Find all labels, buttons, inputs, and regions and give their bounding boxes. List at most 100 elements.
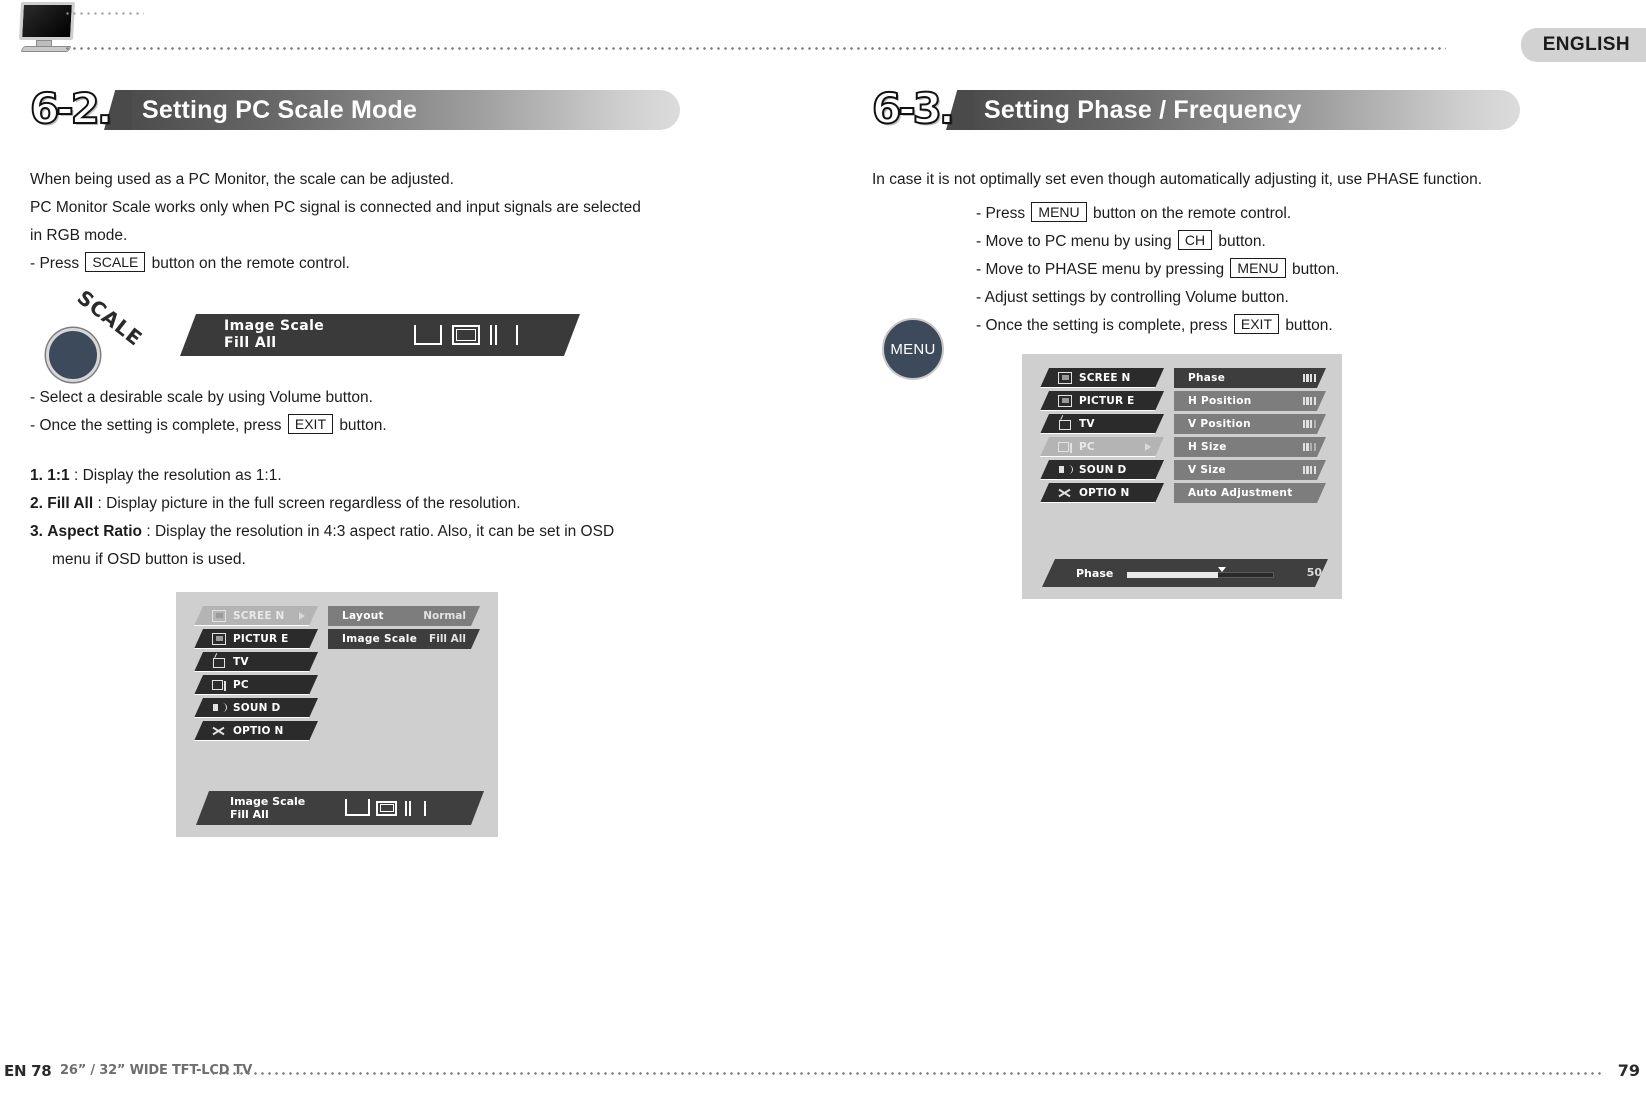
menu-item-tv[interactable]: TV: [194, 652, 318, 672]
right-section-number: 6-3.: [871, 83, 956, 134]
right-osd-status-bar: Phase 50: [1042, 559, 1328, 587]
phase-slider[interactable]: 50: [1127, 569, 1328, 578]
menu-item-screen[interactable]: SCREE N: [194, 606, 318, 626]
left-after-text: - Select a desirable scale by using Volu…: [30, 384, 680, 440]
footer-page-left: EN 78: [4, 1062, 52, 1080]
menu-item-tv-right-label: TV: [1079, 417, 1095, 430]
list-item-2-sep: :: [97, 495, 102, 512]
right-step-3-post: button.: [1291, 261, 1340, 278]
left-section-header: 6-2. Setting PC Scale Mode: [29, 83, 680, 144]
scale-fill-all-icon: [452, 325, 480, 345]
menu-key-2[interactable]: MENU: [1230, 258, 1286, 278]
right-intro-line: In case it is not optimally set even tho…: [872, 171, 1482, 188]
right-section-bar: Setting Phase / Frequency: [960, 90, 1520, 130]
status-scale-aspect-ratio-icon: [405, 801, 426, 816]
menu-item-screen-label: SCREE N: [233, 609, 285, 622]
menu-item-sound[interactable]: SOUN D: [194, 698, 318, 718]
header-dot-line-long: [64, 47, 1446, 50]
right-step-3: - Move to PHASE menu by pressing MENU bu…: [976, 256, 1520, 284]
sub-item-phase[interactable]: Phase: [1174, 368, 1326, 388]
menu-item-sound-label: SOUN D: [233, 701, 281, 714]
left-intro-line-2: PC Monitor Scale works only when PC sign…: [30, 199, 641, 216]
page-footer: EN 78 26” / 32” WIDE TFT-LCD TV 79: [0, 1058, 1646, 1088]
footer-page-right: 79: [1617, 1061, 1640, 1080]
picture-icon: [1058, 395, 1072, 407]
left-exit-post: button.: [339, 417, 387, 434]
sub-item-v-position[interactable]: V Position: [1174, 414, 1326, 434]
left-osd-status-icons: [347, 801, 426, 816]
sub-item-auto-adjustment-label: Auto Adjustment: [1188, 487, 1293, 499]
left-osd-wrapper: SCREE N PICTUR E TV PC SOUN D OPTIO N La…: [30, 592, 680, 852]
scale-knob-button[interactable]: [46, 328, 100, 382]
manual-page: ENGLISH 6-2. Setting PC Scale Mode When …: [0, 0, 1646, 1096]
menu-item-screen-right[interactable]: SCREE N: [1040, 368, 1164, 388]
left-intro-line-3: in RGB mode.: [30, 227, 128, 244]
h-position-level-indicator: [1303, 397, 1316, 405]
sub-item-layout-value: Normal: [423, 610, 466, 622]
list-item-2: 2. Fill All : Display picture in the ful…: [30, 490, 680, 518]
scale-illustration: SCALE Image Scale Fill All: [30, 285, 680, 382]
left-osd-menu-column: SCREE N PICTUR E TV PC SOUN D OPTIO N: [194, 606, 318, 744]
list-item-3-sep: :: [146, 523, 151, 540]
right-step-3-pre: - Move to PHASE menu by pressing: [976, 261, 1225, 278]
sub-item-v-position-label: V Position: [1188, 418, 1251, 430]
menu-key-1[interactable]: MENU: [1031, 202, 1087, 222]
sub-item-image-scale-value: Fill All: [429, 633, 466, 645]
menu-item-option-right[interactable]: OPTIO N: [1040, 483, 1164, 503]
left-osd-status-bar: Image Scale Fill All: [196, 791, 484, 825]
menu-item-picture[interactable]: PICTUR E: [194, 629, 318, 649]
right-section-title: Setting Phase / Frequency: [984, 95, 1302, 124]
sub-item-h-position[interactable]: H Position: [1174, 391, 1326, 411]
list-item-3-num: 3.: [30, 523, 43, 540]
scale-knob-group: SCALE: [38, 285, 158, 382]
exit-key-right[interactable]: EXIT: [1233, 314, 1279, 334]
menu-item-pc-right[interactable]: PC: [1040, 437, 1164, 457]
right-osd-panel: SCREE N PICTUR E TV PC SOUN D OPTIO N Ph…: [1022, 354, 1342, 599]
left-osd-status-value: Fill All: [230, 808, 269, 821]
menu-item-option-label: OPTIO N: [233, 724, 284, 737]
menu-item-picture-right[interactable]: PICTUR E: [1040, 391, 1164, 411]
list-item-2-label: Fill All: [47, 495, 94, 512]
right-step-2-post: button.: [1218, 233, 1266, 250]
menu-item-sound-right[interactable]: SOUN D: [1040, 460, 1164, 480]
right-step-2-pre: - Move to PC menu by using: [976, 233, 1172, 250]
sub-item-v-size[interactable]: V Size: [1174, 460, 1326, 480]
left-exit-line: - Once the setting is complete, press EX…: [30, 412, 680, 440]
scale-key[interactable]: SCALE: [85, 252, 146, 272]
menu-item-pc-label: PC: [233, 678, 249, 691]
right-step-4: - Adjust settings by controlling Volume …: [976, 289, 1289, 306]
menu-item-pc[interactable]: PC: [194, 675, 318, 695]
sub-item-h-position-label: H Position: [1188, 395, 1252, 407]
sub-item-auto-adjustment[interactable]: Auto Adjustment: [1174, 483, 1326, 503]
menu-item-tv-right[interactable]: TV: [1040, 414, 1164, 434]
phase-slider-handle[interactable]: [1218, 567, 1226, 572]
right-step-1: - Press MENU button on the remote contro…: [976, 200, 1520, 228]
sub-item-layout-label: Layout: [342, 610, 384, 622]
menu-item-pc-right-label: PC: [1079, 440, 1095, 453]
exit-key[interactable]: EXIT: [287, 414, 333, 434]
left-exit-pre: - Once the setting is complete, press: [30, 417, 282, 434]
left-select-scale-line: - Select a desirable scale by using Volu…: [30, 389, 373, 406]
phase-level-indicator: [1303, 374, 1316, 382]
scale-mode-list: 1. 1:1 : Display the resolution as 1:1. …: [30, 462, 680, 574]
list-item-1-label: 1:1: [47, 467, 70, 484]
sub-item-h-size-label: H Size: [1188, 441, 1227, 453]
status-scale-fill-all-icon: [376, 801, 397, 816]
menu-item-tv-label: TV: [233, 655, 249, 668]
list-item-3: 3. Aspect Ratio : Display the resolution…: [30, 518, 680, 546]
sub-item-layout[interactable]: Layout Normal: [328, 606, 480, 626]
left-intro-text: When being used as a PC Monitor, the sca…: [30, 166, 680, 278]
ch-key[interactable]: CH: [1177, 230, 1213, 250]
chevron-right-icon: [1145, 443, 1151, 451]
list-item-2-num: 2.: [30, 495, 43, 512]
sub-item-image-scale[interactable]: Image Scale Fill All: [328, 629, 480, 649]
menu-item-option[interactable]: OPTIO N: [194, 721, 318, 741]
sub-item-h-size[interactable]: H Size: [1174, 437, 1326, 457]
right-step-5: - Once the setting is complete, press EX…: [976, 312, 1520, 340]
phase-slider-value: 50: [1306, 565, 1322, 579]
v-size-level-indicator: [1303, 466, 1316, 474]
option-icon: [1058, 487, 1072, 499]
left-osd-status-text: Image Scale Fill All: [230, 795, 305, 821]
right-column: 6-3. Setting Phase / Frequency In case i…: [871, 83, 1520, 614]
left-section-title: Setting PC Scale Mode: [142, 95, 418, 124]
